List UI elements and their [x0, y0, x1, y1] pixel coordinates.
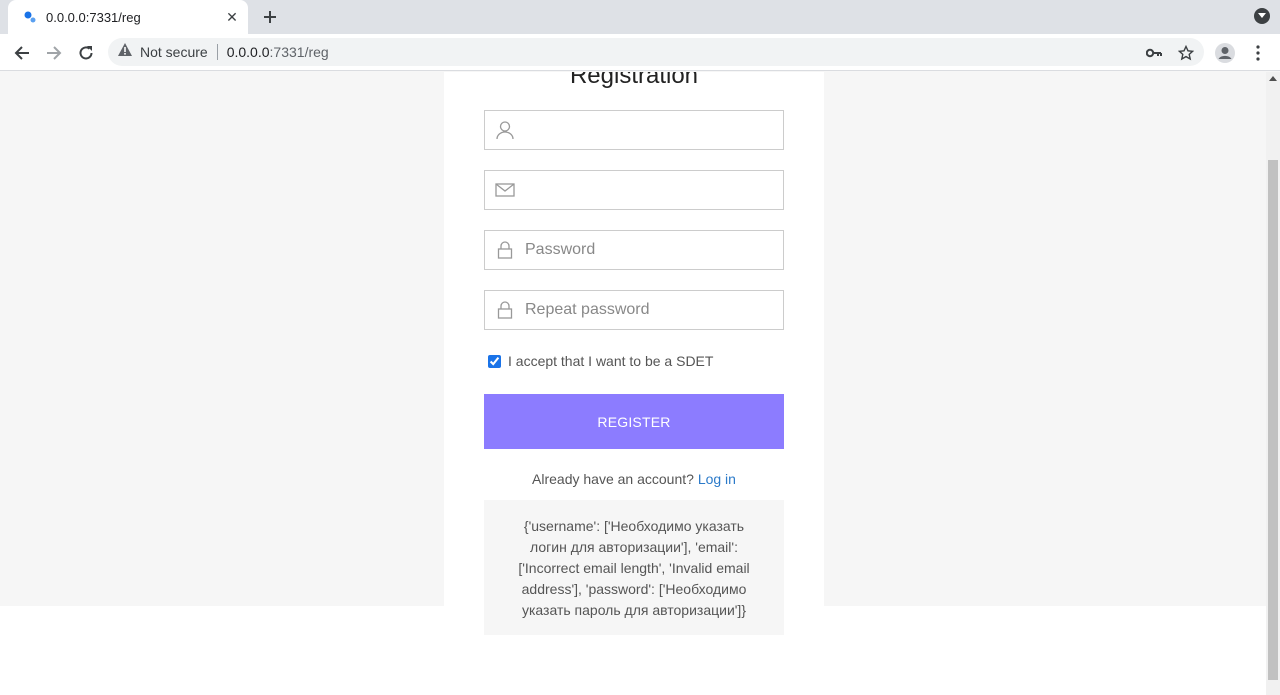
login-link[interactable]: Log in [698, 471, 736, 487]
username-field[interactable] [484, 110, 784, 150]
browser-tab[interactable]: 0.0.0.0:7331/reg ✕ [8, 0, 248, 34]
new-tab-icon[interactable] [258, 5, 282, 29]
site-favicon-icon [22, 9, 38, 25]
browser-toolbar: Not secure 0.0.0.0:7331/reg [0, 34, 1280, 71]
tab-search-icon[interactable] [1254, 8, 1270, 24]
username-input[interactable] [525, 112, 775, 148]
close-tab-icon[interactable]: ✕ [224, 9, 240, 25]
page-title: Registration [569, 72, 699, 89]
reload-icon[interactable] [73, 40, 99, 66]
already-account-text: Already have an account? [532, 471, 694, 487]
login-prompt: Already have an account? Log in [444, 471, 824, 487]
envelope-icon [485, 171, 525, 209]
back-arrow-icon[interactable] [9, 40, 35, 66]
address-bar[interactable]: Not secure 0.0.0.0:7331/reg [108, 38, 1204, 66]
key-icon[interactable] [1146, 45, 1162, 61]
url-path: :7331/reg [269, 44, 329, 60]
lock-icon [485, 231, 525, 269]
tab-title: 0.0.0.0:7331/reg [46, 9, 141, 25]
browser-menu-icon[interactable] [1245, 40, 1271, 66]
warning-triangle-icon[interactable] [118, 43, 132, 61]
bookmark-star-icon[interactable] [1178, 45, 1194, 61]
user-icon [485, 111, 525, 149]
register-button[interactable]: REGISTER [484, 394, 784, 449]
error-message: {'username': ['Необходимо указать логин … [484, 500, 784, 635]
browser-tab-bar: 0.0.0.0:7331/reg ✕ [0, 0, 1280, 34]
email-input[interactable] [525, 172, 775, 208]
repeat-password-field[interactable] [484, 290, 784, 330]
repeat-password-input[interactable] [525, 292, 775, 328]
page-viewport: Registration I accept that I want to be … [0, 72, 1266, 695]
lock-icon [485, 291, 525, 329]
forward-arrow-icon[interactable] [41, 40, 67, 66]
url-text[interactable]: 0.0.0.0:7331/reg [227, 44, 329, 60]
profile-avatar-icon[interactable] [1212, 40, 1238, 66]
accept-sdet-label: I accept that I want to be a SDET [508, 353, 714, 369]
registration-card: Registration I accept that I want to be … [444, 72, 824, 695]
accept-sdet-row[interactable]: I accept that I want to be a SDET [488, 353, 713, 369]
security-label[interactable]: Not secure [140, 44, 208, 60]
password-input[interactable] [525, 232, 775, 268]
omnibox-separator [216, 44, 218, 60]
accept-sdet-checkbox[interactable] [488, 354, 501, 368]
password-field[interactable] [484, 230, 784, 270]
email-field[interactable] [484, 170, 784, 210]
scrollbar-thumb[interactable] [1268, 160, 1278, 680]
url-host: 0.0.0.0 [226, 44, 270, 60]
scroll-up-arrow-icon[interactable] [1269, 76, 1277, 81]
page-scrollbar[interactable] [1266, 72, 1280, 695]
